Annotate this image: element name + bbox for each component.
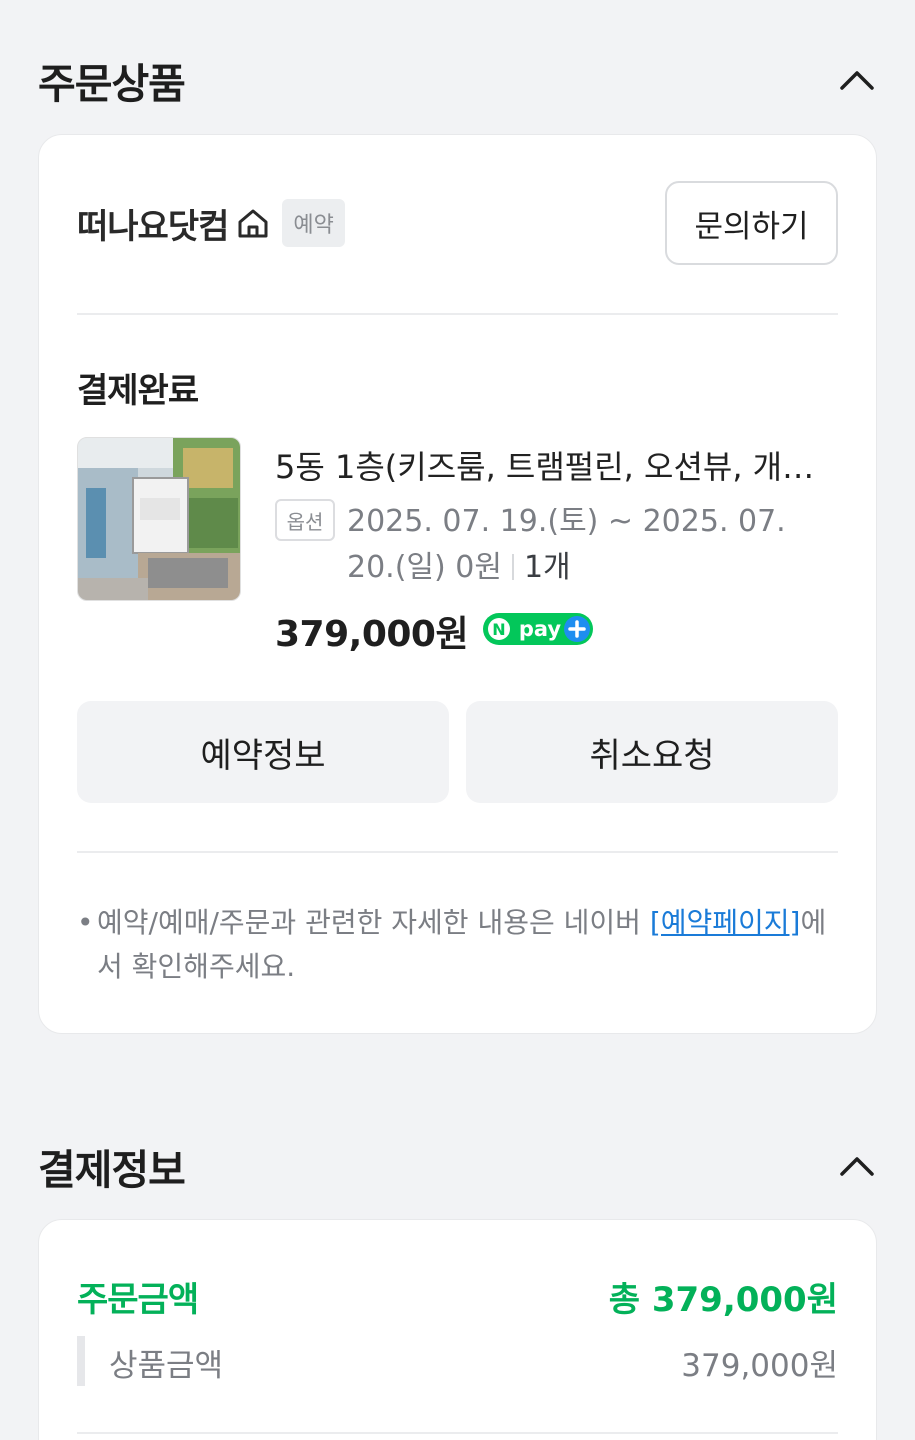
bullet: • — [77, 906, 94, 939]
reservation-tag: 예약 — [282, 199, 345, 247]
home-icon[interactable] — [236, 206, 270, 240]
price-row: 379,000원 N pay — [275, 605, 594, 657]
product-amount-value: 379,000원 — [681, 1347, 838, 1384]
divider — [511, 554, 514, 580]
notice-text: • 예약/예매/주문과 관련한 자세한 내용은 네이버 [예약페이지]에서 확인해… — [77, 901, 838, 989]
seller-row: 떠나요닷컴 예약 문의하기 — [77, 181, 838, 265]
quantity: 1개 — [523, 550, 571, 585]
order-amount-row: 주문금액 총 379,000원 — [77, 1272, 838, 1321]
product-price: 379,000원 — [275, 614, 469, 655]
option-tag: 옵션 — [275, 499, 335, 541]
order-card: 떠나요닷컴 예약 문의하기 결제완료 5동 1층(키즈룸, 트램펄린, 오션뷰,… — [38, 134, 877, 1034]
order-amount-label: 주문금액 — [77, 1280, 199, 1320]
divider — [77, 851, 838, 853]
payment-section-header: 결제정보 — [38, 1136, 877, 1196]
product-name[interactable]: 5동 1층(키즈룸, 트램펄린, 오션뷰, 개… — [275, 442, 835, 488]
order-section-title: 주문상품 — [38, 60, 186, 108]
npay-plus-badge: N pay — [482, 612, 594, 650]
reservation-info-button[interactable]: 예약정보 — [77, 701, 449, 803]
seller-name[interactable]: 떠나요닷컴 — [77, 199, 229, 248]
divider — [77, 313, 838, 315]
chevron-up-icon[interactable] — [837, 60, 877, 100]
svg-text:N: N — [492, 620, 505, 639]
notice-prefix: 예약/예매/주문과 관련한 자세한 내용은 네이버 — [97, 906, 650, 939]
order-amount-value: 총 379,000원 — [608, 1280, 838, 1320]
divider — [77, 1432, 838, 1434]
reservation-page-link[interactable]: [예약페이지] — [650, 906, 801, 939]
payment-card: 주문금액 총 379,000원 상품금액 379,000원 — [38, 1219, 877, 1440]
option-detail: 2025. 07. 19.(토) ~ 2025. 07. 20.(일) 0원 1개 — [347, 499, 839, 591]
order-detail-page: 주문상품 떠나요닷컴 예약 문의하기 결제완료 5동 1층(키즈룸, 트램펄린,… — [0, 0, 915, 1440]
order-section-header: 주문상품 — [38, 50, 877, 110]
chevron-up-icon[interactable] — [837, 1146, 877, 1186]
inquiry-button[interactable]: 문의하기 — [665, 181, 838, 265]
product-thumbnail[interactable] — [77, 437, 241, 601]
svg-text:pay: pay — [519, 617, 562, 641]
product-amount-label: 상품금액 — [109, 1347, 224, 1384]
payment-section-title: 결제정보 — [38, 1146, 186, 1194]
indent-bar — [77, 1336, 85, 1386]
cancel-request-button[interactable]: 취소요청 — [466, 701, 838, 803]
product-amount-row: 상품금액 379,000원 — [77, 1336, 838, 1388]
order-status: 결제완료 — [77, 371, 199, 411]
